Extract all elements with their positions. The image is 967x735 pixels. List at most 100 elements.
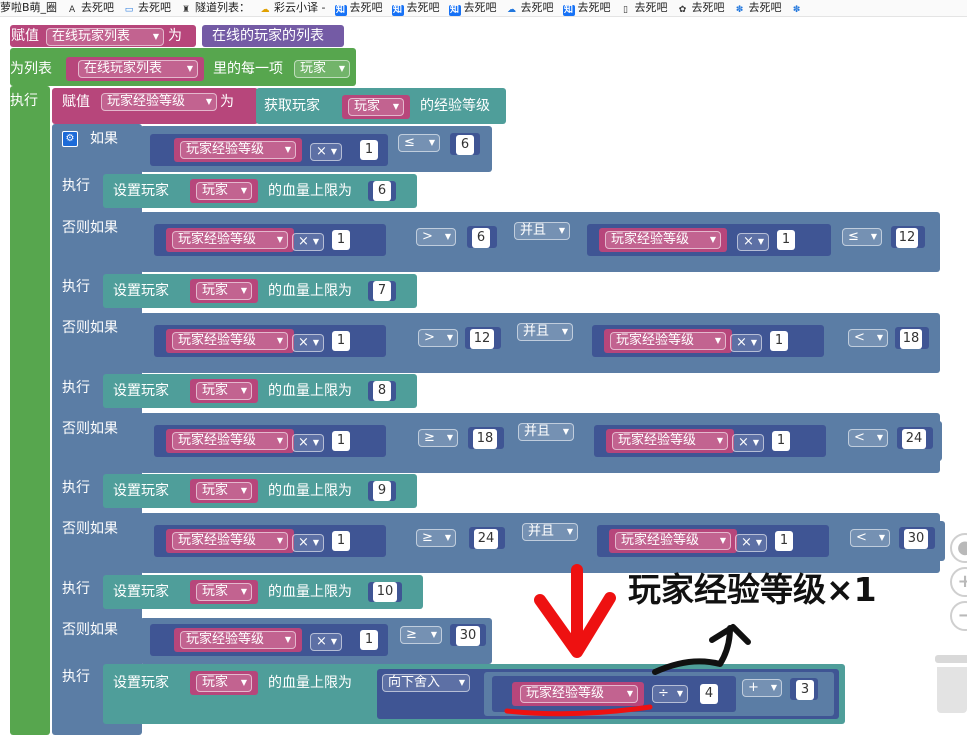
number-input[interactable]: 1: [360, 140, 378, 160]
operator-dropdown[interactable]: ÷ ▼: [652, 685, 688, 703]
operator-dropdown[interactable]: × ▼: [292, 534, 324, 552]
number-input[interactable]: 3: [796, 680, 814, 700]
operator-dropdown[interactable]: + ▼: [742, 679, 782, 697]
compare-op-dropdown[interactable]: ≤ ▼: [842, 228, 882, 246]
number-input[interactable]: 12: [896, 228, 918, 248]
trash-icon[interactable]: [935, 655, 967, 715]
variable-dropdown[interactable]: 玩家经验等级 ▼: [180, 631, 296, 649]
chevron-down-icon: ▼: [186, 64, 193, 73]
player-dropdown[interactable]: 玩家 ▼: [294, 60, 350, 78]
variable-dropdown[interactable]: 玩家经验等级 ▼: [172, 432, 288, 450]
zoom-in-icon[interactable]: +: [950, 567, 967, 597]
variable-dropdown[interactable]: 玩家经验等级 ▼: [172, 532, 288, 550]
number-input[interactable]: 18: [900, 329, 922, 349]
compare-op-dropdown[interactable]: ≥ ▼: [400, 626, 442, 644]
bookmark-item[interactable]: 知去死吧: [334, 0, 383, 16]
number-input[interactable]: 12: [470, 329, 494, 349]
operator-dropdown[interactable]: × ▼: [737, 233, 769, 251]
number-input[interactable]: 1: [772, 431, 790, 451]
number-input[interactable]: 6: [472, 228, 490, 248]
variable-dropdown-label: 在线玩家列表: [52, 29, 131, 44]
number-input[interactable]: 1: [775, 531, 793, 551]
variable-dropdown[interactable]: 玩家经验等级 ▼: [612, 432, 728, 450]
operator-dropdown[interactable]: × ▼: [730, 334, 762, 352]
variable-dropdown[interactable]: 在线玩家列表 ▼: [46, 28, 164, 46]
bookmark-item[interactable]: 萝啦B萌_圈: [0, 0, 57, 15]
player-dropdown[interactable]: 玩家 ▼: [348, 98, 404, 116]
operator-dropdown[interactable]: × ▼: [310, 633, 342, 651]
variable-dropdown[interactable]: 玩家经验等级 ▼: [101, 93, 217, 111]
variable-dropdown[interactable]: 玩家经验等级 ▼: [172, 231, 288, 249]
compare-op-dropdown[interactable]: > ▼: [416, 228, 456, 246]
player-dropdown[interactable]: 玩家 ▼: [196, 674, 252, 692]
number-input[interactable]: 7: [373, 281, 391, 301]
operator-dropdown[interactable]: × ▼: [735, 534, 767, 552]
variable-dropdown[interactable]: 玩家经验等级 ▼: [180, 141, 296, 159]
variable-dropdown[interactable]: 玩家经验等级 ▼: [520, 685, 638, 703]
and-dropdown[interactable]: 并且 ▼: [514, 222, 570, 240]
operator-dropdown[interactable]: × ▼: [310, 143, 342, 161]
number-input[interactable]: 8: [373, 381, 391, 401]
gear-icon[interactable]: ⚙: [62, 131, 78, 147]
bookmark-item[interactable]: 知去死吧: [562, 0, 611, 16]
chevron-down-icon: ▼: [430, 630, 437, 639]
number-input[interactable]: 6: [373, 181, 391, 201]
zoom-reset-icon[interactable]: ●: [950, 533, 967, 563]
variable-dropdown[interactable]: 玩家经验等级 ▼: [605, 231, 721, 249]
number-input[interactable]: 24: [902, 429, 926, 449]
compare-op-dropdown-label: >: [424, 330, 435, 345]
number-input[interactable]: 6: [456, 135, 474, 155]
compare-op-dropdown[interactable]: < ▼: [848, 329, 888, 347]
bookmark-item[interactable]: 知去死吧: [448, 0, 497, 16]
player-dropdown[interactable]: 玩家 ▼: [196, 182, 252, 200]
compare-op-dropdown[interactable]: ≥ ▼: [416, 529, 456, 547]
compare-op-dropdown[interactable]: ≥ ▼: [418, 429, 458, 447]
operator-dropdown[interactable]: × ▼: [292, 233, 324, 251]
bookmark-item[interactable]: A 去死吧: [66, 0, 114, 16]
bookmark-item[interactable]: 知去死吧: [391, 0, 440, 16]
operator-dropdown[interactable]: × ▼: [292, 434, 324, 452]
bookmark-item[interactable]: ▭ 去死吧: [123, 0, 171, 16]
compare-op-dropdown[interactable]: < ▼: [850, 529, 890, 547]
bookmark-item[interactable]: ✽: [791, 0, 806, 16]
number-input[interactable]: 1: [360, 630, 378, 650]
number-input[interactable]: 1: [770, 331, 788, 351]
bookmark-item[interactable]: ✽ 去死吧: [734, 0, 782, 16]
and-dropdown[interactable]: 并且 ▼: [522, 523, 578, 541]
round-dropdown[interactable]: 向下舍入 ▼: [382, 674, 470, 692]
number-input[interactable]: 30: [456, 626, 480, 646]
number-input[interactable]: 30: [904, 529, 928, 549]
number-input[interactable]: 24: [474, 529, 498, 549]
number-input[interactable]: 1: [332, 230, 350, 250]
operator-dropdown[interactable]: × ▼: [732, 434, 764, 452]
operator-dropdown[interactable]: × ▼: [292, 334, 324, 352]
variable-dropdown[interactable]: 玩家经验等级 ▼: [172, 332, 288, 350]
bookmark-item[interactable]: ☁ 去死吧: [506, 0, 554, 16]
number-input[interactable]: 18: [473, 429, 497, 449]
bookmark-item[interactable]: ✿ 去死吧: [677, 0, 725, 16]
number-input[interactable]: 9: [373, 481, 391, 501]
and-dropdown[interactable]: 并且 ▼: [517, 323, 573, 341]
variable-dropdown[interactable]: 玩家经验等级 ▼: [610, 332, 726, 350]
player-dropdown[interactable]: 玩家 ▼: [196, 282, 252, 300]
compare-op-dropdown[interactable]: ≤ ▼: [398, 134, 440, 152]
bookmark-item[interactable]: ☁ 彩云小译 -: [259, 0, 326, 16]
number-input[interactable]: 4: [700, 684, 718, 704]
variable-dropdown[interactable]: 在线玩家列表 ▼: [78, 60, 198, 78]
and-dropdown[interactable]: 并且 ▼: [518, 423, 574, 441]
variable-dropdown[interactable]: 玩家经验等级 ▼: [615, 532, 731, 550]
compare-op-dropdown[interactable]: > ▼: [418, 329, 458, 347]
number-input[interactable]: 1: [777, 230, 795, 250]
number-input[interactable]: 1: [332, 531, 350, 551]
number-input[interactable]: 10: [373, 582, 397, 602]
number-input[interactable]: 1: [332, 431, 350, 451]
bookmark-item[interactable]: ♜ 隧道列表：: [180, 0, 250, 16]
player-dropdown[interactable]: 玩家 ▼: [196, 382, 252, 400]
zoom-out-icon[interactable]: −: [950, 601, 967, 631]
player-dropdown[interactable]: 玩家 ▼: [196, 482, 252, 500]
compare-op-dropdown-label: ≤: [404, 135, 415, 150]
player-dropdown[interactable]: 玩家 ▼: [196, 583, 252, 601]
compare-op-dropdown[interactable]: < ▼: [848, 429, 888, 447]
number-input[interactable]: 1: [332, 331, 350, 351]
bookmark-item[interactable]: ▯ 去死吧: [620, 0, 667, 16]
